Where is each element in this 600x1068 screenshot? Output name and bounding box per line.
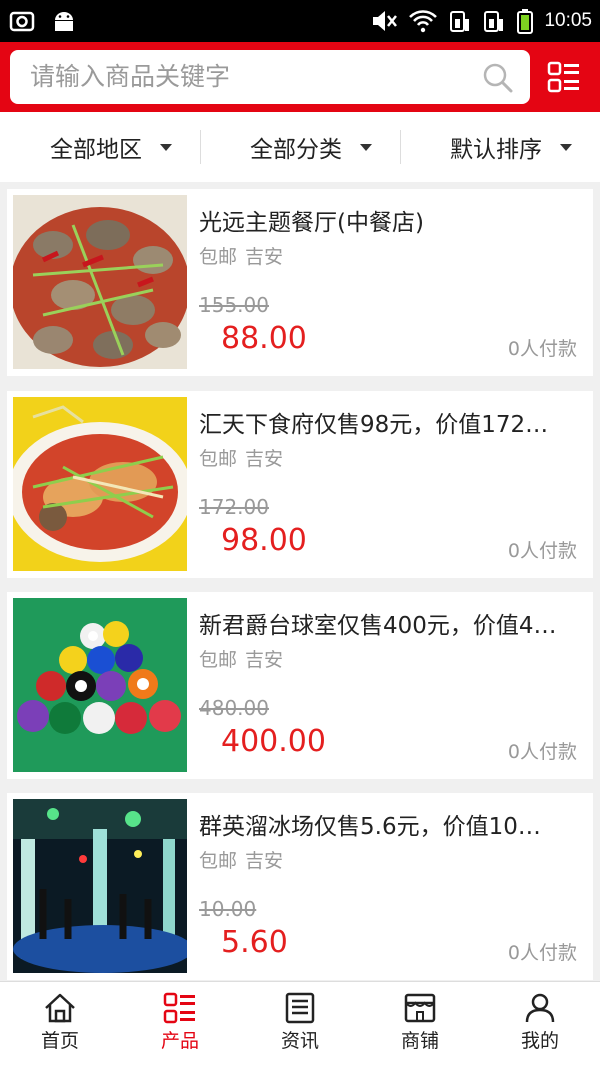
tag-shipping: 包邮 (199, 448, 238, 470)
product-image-fish-dish (13, 397, 187, 571)
tab-products[interactable]: 产品 (120, 982, 240, 1068)
sale-price: 88.00 (221, 321, 307, 356)
sale-price: 400.00 (221, 724, 326, 759)
product-card[interactable]: 新君爵台球室仅售400元，价值4… 包邮 吉安 480.00 400.00 0人付… (7, 592, 593, 779)
original-price: 10.00 (199, 897, 257, 921)
buyer-count: 0人付款 (507, 942, 577, 964)
filter-sort[interactable]: 默认排序 (450, 112, 572, 182)
caret-down-icon (560, 143, 572, 151)
tag-location: 吉安 (245, 649, 284, 671)
top-bar: 请输入商品关键字 (0, 42, 600, 112)
product-title: 汇天下食府仅售98元，价值172… (199, 412, 549, 438)
signal-2-icon (484, 11, 504, 32)
store-icon (404, 993, 436, 1023)
filter-category-label: 全部分类 (250, 137, 342, 163)
screenshot-icon (9, 11, 35, 32)
tab-home-label: 首页 (40, 1030, 79, 1052)
original-price: 480.00 (199, 696, 269, 720)
filter-sort-label: 默认排序 (450, 137, 542, 163)
product-tags: 包邮 吉安 (199, 447, 291, 471)
product-title: 光远主题餐厅(中餐店) (199, 210, 424, 236)
product-image-clams (13, 195, 187, 369)
buyer-count: 0人付款 (507, 741, 577, 763)
product-title: 新君爵台球室仅售400元，价值4… (199, 613, 557, 639)
tab-news-label: 资讯 (280, 1030, 319, 1052)
bottom-tab-bar: 首页 产品 资讯 商铺 我的 (0, 981, 600, 1068)
signal-1-icon (450, 11, 470, 32)
tab-me-label: 我的 (520, 1030, 559, 1052)
buyer-count: 0人付款 (507, 338, 577, 360)
caret-down-icon (160, 143, 172, 151)
tag-shipping: 包邮 (199, 246, 238, 268)
filter-region[interactable]: 全部地区 (50, 112, 172, 182)
search-input[interactable]: 请输入商品关键字 (10, 50, 530, 104)
tab-me[interactable]: 我的 (480, 982, 600, 1068)
buyer-count: 0人付款 (507, 540, 577, 562)
battery-icon (517, 9, 534, 34)
tab-news[interactable]: 资讯 (240, 982, 360, 1068)
product-image-billiard-balls (13, 598, 187, 772)
search-placeholder: 请输入商品关键字 (30, 62, 231, 91)
tab-products-label: 产品 (160, 1030, 199, 1052)
sale-price: 5.60 (221, 925, 288, 960)
category-menu-icon[interactable] (547, 61, 581, 93)
tab-stores-label: 商铺 (400, 1030, 439, 1052)
list-icon (163, 992, 195, 1024)
mute-icon (373, 11, 398, 31)
product-card[interactable]: 群英溜冰场仅售5.6元，价值10… 包邮 吉安 10.00 5.60 0人付款 (7, 793, 593, 980)
status-bar: 10:05 (0, 0, 600, 42)
filter-category[interactable]: 全部分类 (250, 112, 372, 182)
home-icon (45, 993, 75, 1023)
filter-bar: 全部地区 全部分类 默认排序 (0, 112, 600, 182)
original-price: 172.00 (199, 495, 269, 519)
product-title: 群英溜冰场仅售5.6元，价值10… (199, 814, 541, 840)
wifi-icon (409, 10, 438, 33)
tag-shipping: 包邮 (199, 850, 238, 872)
product-tags: 包邮 吉安 (199, 245, 291, 269)
tab-stores[interactable]: 商铺 (360, 982, 480, 1068)
tag-location: 吉安 (245, 850, 284, 872)
tag-location: 吉安 (245, 448, 284, 470)
caret-down-icon (360, 143, 372, 151)
filter-region-label: 全部地区 (50, 137, 142, 163)
clock: 10:05 (544, 10, 592, 31)
android-icon (55, 12, 73, 31)
product-tags: 包邮 吉安 (199, 648, 291, 672)
product-tags: 包邮 吉安 (199, 849, 291, 873)
sale-price: 98.00 (221, 523, 307, 558)
search-icon[interactable] (482, 62, 514, 94)
news-icon (285, 992, 315, 1024)
tab-home[interactable]: 首页 (0, 982, 120, 1068)
divider (400, 130, 401, 164)
user-icon (525, 993, 555, 1023)
tag-shipping: 包邮 (199, 649, 238, 671)
product-image-skating-rink (13, 799, 187, 973)
product-card[interactable]: 光远主题餐厅(中餐店) 包邮 吉安 155.00 88.00 0人付款 (7, 189, 593, 376)
tag-location: 吉安 (245, 246, 284, 268)
divider (200, 130, 201, 164)
product-card[interactable]: 汇天下食府仅售98元，价值172… 包邮 吉安 172.00 98.00 0人付款 (7, 391, 593, 578)
original-price: 155.00 (199, 293, 269, 317)
